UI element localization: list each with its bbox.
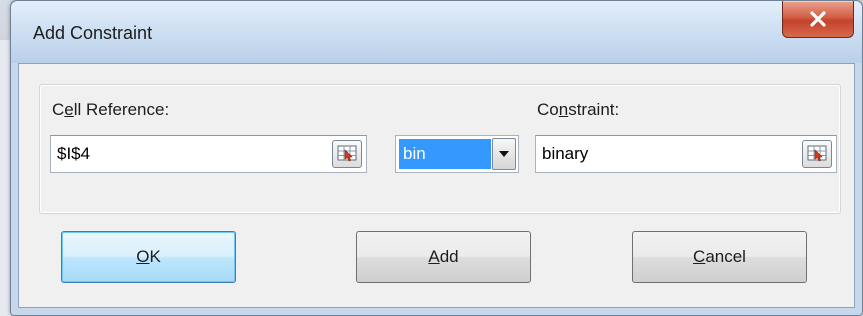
ok-button[interactable]: OK [61,231,236,283]
close-button[interactable] [782,1,854,38]
dialog-title: Add Constraint [33,23,153,43]
operator-select[interactable]: bin [395,135,519,173]
cell-reference-picker-button[interactable] [332,140,362,168]
range-select-icon [337,145,357,162]
constraint-picker-button[interactable] [802,140,832,168]
operator-dropdown-button[interactable] [492,138,516,170]
close-x-icon [810,11,826,27]
cancel-button[interactable]: Cancel [632,231,807,283]
range-select-icon [807,145,827,162]
chevron-down-icon [499,151,509,157]
add-constraint-dialog: Add Constraint Cell Reference: $I$4 bin … [10,0,863,316]
constraint-group: Cell Reference: $I$4 bin Constraint: bin… [39,84,841,214]
constraint-label: Constraint: [537,100,620,119]
title-bar: Add Constraint [11,1,862,63]
cell-reference-field[interactable]: $I$4 [50,135,367,173]
constraint-value: binary [542,144,589,163]
dialog-body: Cell Reference: $I$4 bin Constraint: bin… [18,63,855,308]
cell-reference-value: $I$4 [57,144,91,163]
constraint-field[interactable]: binary [535,135,837,173]
add-button[interactable]: Add [356,231,531,283]
cell-reference-label: Cell Reference: [52,100,170,119]
operator-selected-value: bin [399,139,491,169]
